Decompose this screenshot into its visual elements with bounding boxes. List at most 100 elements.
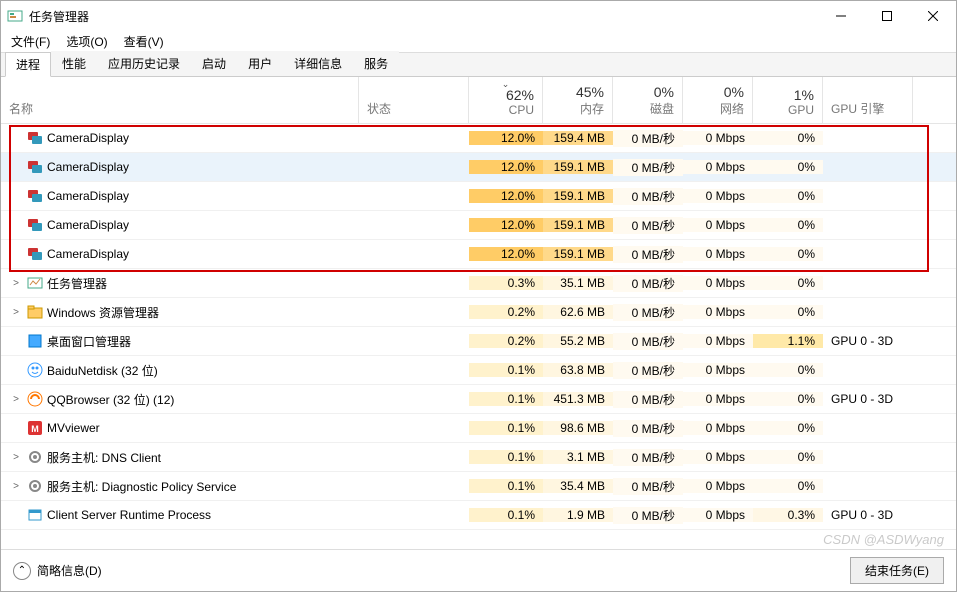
col-gpu[interactable]: 1%GPU bbox=[753, 77, 823, 123]
cell-net: 0 Mbps bbox=[683, 131, 753, 145]
col-name[interactable]: 名称 bbox=[1, 77, 359, 123]
details-toggle[interactable]: 简略信息(D) bbox=[37, 562, 102, 579]
tab-services[interactable]: 服务 bbox=[353, 51, 399, 76]
cell-name: CameraDisplay bbox=[1, 130, 359, 146]
table-row[interactable]: >任务管理器0.3%35.1 MB0 MB/秒0 Mbps0% bbox=[1, 269, 956, 298]
table-row[interactable]: CameraDisplay12.0%159.1 MB0 MB/秒0 Mbps0% bbox=[1, 153, 956, 182]
expand-icon[interactable]: > bbox=[9, 452, 23, 463]
process-name: MVviewer bbox=[47, 421, 100, 435]
cell-net: 0 Mbps bbox=[683, 450, 753, 464]
cell-name: CameraDisplay bbox=[1, 188, 359, 204]
expand-icon[interactable]: > bbox=[9, 481, 23, 492]
tab-app-history[interactable]: 应用历史记录 bbox=[97, 51, 191, 76]
cell-mem: 3.1 MB bbox=[543, 450, 613, 464]
cell-disk: 0 MB/秒 bbox=[613, 159, 683, 176]
cell-disk: 0 MB/秒 bbox=[613, 130, 683, 147]
close-button[interactable] bbox=[910, 1, 956, 31]
process-name: BaiduNetdisk (32 位) bbox=[47, 362, 158, 379]
menubar: 文件(F) 选项(O) 查看(V) bbox=[1, 31, 956, 53]
footer: ⌃ 简略信息(D) 结束任务(E) bbox=[1, 549, 956, 591]
col-gpu-engine[interactable]: GPU 引擎 bbox=[823, 77, 913, 123]
table-row[interactable]: >服务主机: DNS Client0.1%3.1 MB0 MB/秒0 Mbps0… bbox=[1, 443, 956, 472]
cell-net: 0 Mbps bbox=[683, 479, 753, 493]
cell-mem: 35.1 MB bbox=[543, 276, 613, 290]
cell-name: Client Server Runtime Process bbox=[1, 507, 359, 523]
svc-icon bbox=[27, 478, 43, 494]
table-row[interactable]: CameraDisplay12.0%159.1 MB0 MB/秒0 Mbps0% bbox=[1, 182, 956, 211]
table-row[interactable]: CameraDisplay12.0%159.1 MB0 MB/秒0 Mbps0% bbox=[1, 211, 956, 240]
cell-gpu: 0% bbox=[753, 450, 823, 464]
cell-name: > Windows 资源管理器 bbox=[1, 304, 359, 321]
table-header: 名称 状态 ⌄ 62%CPU 45%内存 0%磁盘 0%网络 1%GPU GPU… bbox=[1, 77, 956, 124]
table-row[interactable]: 桌面窗口管理器0.2%55.2 MB0 MB/秒0 Mbps1.1%GPU 0 … bbox=[1, 327, 956, 356]
cell-gpu: 0.3% bbox=[753, 508, 823, 522]
cell-mem: 159.1 MB bbox=[543, 160, 613, 174]
cell-gpu: 0% bbox=[753, 218, 823, 232]
table-row[interactable]: BaiduNetdisk (32 位)0.1%63.8 MB0 MB/秒0 Mb… bbox=[1, 356, 956, 385]
col-cpu[interactable]: ⌄ 62%CPU bbox=[469, 77, 543, 123]
svc-icon bbox=[27, 449, 43, 465]
process-name: 服务主机: Diagnostic Policy Service bbox=[47, 478, 236, 495]
cell-gpu: 0% bbox=[753, 189, 823, 203]
menu-file[interactable]: 文件(F) bbox=[7, 31, 54, 52]
cell-mem: 35.4 MB bbox=[543, 479, 613, 493]
table-row[interactable]: CameraDisplay12.0%159.1 MB0 MB/秒0 Mbps0% bbox=[1, 240, 956, 269]
cell-cpu: 0.3% bbox=[469, 276, 543, 290]
maximize-button[interactable] bbox=[864, 1, 910, 31]
cell-net: 0 Mbps bbox=[683, 508, 753, 522]
table-row[interactable]: MMVviewer0.1%98.6 MB0 MB/秒0 Mbps0% bbox=[1, 414, 956, 443]
cell-mem: 159.1 MB bbox=[543, 218, 613, 232]
menu-options[interactable]: 选项(O) bbox=[62, 31, 111, 52]
app-multi-icon bbox=[27, 130, 43, 146]
table-row[interactable]: >Windows 资源管理器0.2%62.6 MB0 MB/秒0 Mbps0% bbox=[1, 298, 956, 327]
cell-gpu-engine: GPU 0 - 3D bbox=[823, 508, 913, 522]
process-name: CameraDisplay bbox=[47, 189, 129, 203]
col-memory[interactable]: 45%内存 bbox=[543, 77, 613, 123]
cell-gpu: 1.1% bbox=[753, 334, 823, 348]
cell-name: CameraDisplay bbox=[1, 217, 359, 233]
table-body[interactable]: CameraDisplay12.0%159.4 MB0 MB/秒0 Mbps0%… bbox=[1, 124, 956, 549]
cell-disk: 0 MB/秒 bbox=[613, 420, 683, 437]
tab-users[interactable]: 用户 bbox=[237, 51, 283, 76]
end-task-button[interactable]: 结束任务(E) bbox=[850, 557, 944, 584]
col-disk[interactable]: 0%磁盘 bbox=[613, 77, 683, 123]
process-name: Windows 资源管理器 bbox=[47, 304, 159, 321]
col-network[interactable]: 0%网络 bbox=[683, 77, 753, 123]
process-name: 任务管理器 bbox=[47, 275, 107, 292]
tab-performance[interactable]: 性能 bbox=[51, 51, 97, 76]
cell-mem: 98.6 MB bbox=[543, 421, 613, 435]
cell-cpu: 0.1% bbox=[469, 450, 543, 464]
cell-gpu-engine: GPU 0 - 3D bbox=[823, 334, 913, 348]
tab-startup[interactable]: 启动 bbox=[191, 51, 237, 76]
process-name: QQBrowser (32 位) (12) bbox=[47, 391, 174, 408]
cell-gpu: 0% bbox=[753, 421, 823, 435]
qq-icon bbox=[27, 391, 43, 407]
cell-net: 0 Mbps bbox=[683, 247, 753, 261]
app-multi-icon bbox=[27, 159, 43, 175]
expand-icon[interactable]: > bbox=[9, 278, 23, 289]
process-name: 桌面窗口管理器 bbox=[47, 333, 131, 350]
cell-cpu: 0.2% bbox=[469, 334, 543, 348]
process-table: 名称 状态 ⌄ 62%CPU 45%内存 0%磁盘 0%网络 1%GPU GPU… bbox=[1, 77, 956, 549]
cell-gpu: 0% bbox=[753, 276, 823, 290]
expand-icon[interactable]: > bbox=[9, 394, 23, 405]
tab-details[interactable]: 详细信息 bbox=[283, 51, 353, 76]
app-multi-icon bbox=[27, 217, 43, 233]
minimize-button[interactable] bbox=[818, 1, 864, 31]
cell-name: BaiduNetdisk (32 位) bbox=[1, 362, 359, 379]
cell-cpu: 12.0% bbox=[469, 189, 543, 203]
tab-processes[interactable]: 进程 bbox=[5, 52, 51, 77]
col-status[interactable]: 状态 bbox=[359, 77, 469, 123]
cell-name: CameraDisplay bbox=[1, 246, 359, 262]
expand-icon[interactable]: > bbox=[9, 307, 23, 318]
cell-disk: 0 MB/秒 bbox=[613, 333, 683, 350]
table-row[interactable]: Client Server Runtime Process0.1%1.9 MB0… bbox=[1, 501, 956, 530]
cell-cpu: 12.0% bbox=[469, 160, 543, 174]
collapse-icon[interactable]: ⌃ bbox=[13, 562, 31, 580]
table-row[interactable]: CameraDisplay12.0%159.4 MB0 MB/秒0 Mbps0% bbox=[1, 124, 956, 153]
cell-name: MMVviewer bbox=[1, 420, 359, 436]
menu-view[interactable]: 查看(V) bbox=[120, 31, 168, 52]
table-row[interactable]: >QQBrowser (32 位) (12)0.1%451.3 MB0 MB/秒… bbox=[1, 385, 956, 414]
table-row[interactable]: >服务主机: Diagnostic Policy Service0.1%35.4… bbox=[1, 472, 956, 501]
process-name: CameraDisplay bbox=[47, 160, 129, 174]
